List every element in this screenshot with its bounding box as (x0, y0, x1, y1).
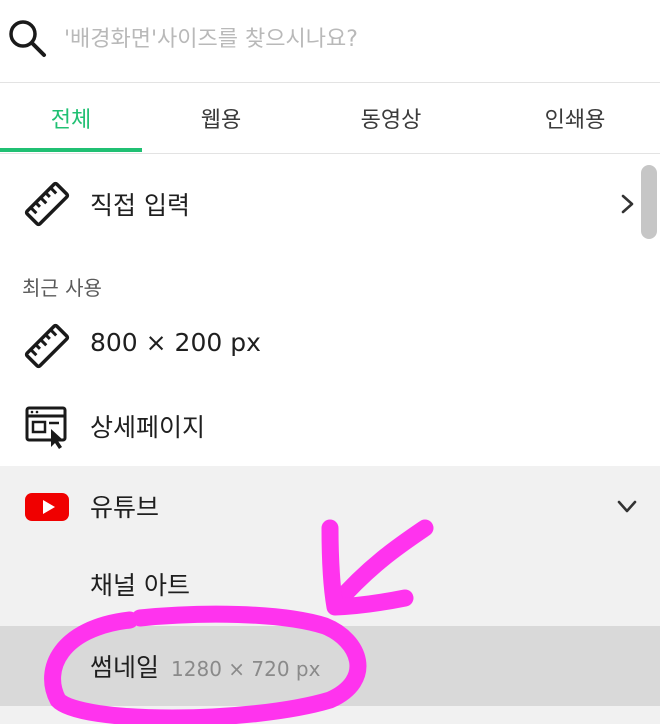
tab-video[interactable]: 동영상 (320, 83, 462, 153)
search-input[interactable] (62, 18, 646, 60)
chevron-down-icon[interactable] (616, 495, 638, 517)
category-tabs: 전체 웹용 동영상 인쇄용 (0, 83, 660, 154)
search-icon[interactable] (6, 17, 48, 59)
browser-cursor-icon (22, 401, 72, 451)
youtube-label: 유튜브 (90, 493, 160, 522)
youtube-icon (22, 481, 72, 531)
ruler-icon (22, 321, 72, 371)
tab-all[interactable]: 전체 (0, 83, 142, 153)
category-youtube[interactable]: 유튜브 (0, 470, 660, 542)
recent-item-detail-page[interactable]: 상세페이지 (0, 390, 660, 462)
custom-size-item[interactable]: 직접 입력 (0, 168, 660, 240)
thumbnail-size: 1280 × 720 px (171, 657, 321, 681)
custom-size-label: 직접 입력 (90, 191, 190, 220)
tab-print[interactable]: 인쇄용 (504, 83, 646, 153)
youtube-thumbnail-item[interactable]: 썸네일 1280 × 720 px (0, 628, 660, 704)
thumbnail-item-content: 썸네일 1280 × 720 px (90, 648, 320, 684)
youtube-channel-art-item[interactable]: 채널 아트 (0, 548, 660, 620)
tab-web[interactable]: 웹용 (150, 83, 292, 153)
size-picker-panel: 전체 웹용 동영상 인쇄용 직접 입력 최근 사용 (0, 0, 660, 724)
recent-item-custom-size[interactable]: 800 × 200 px (0, 310, 660, 382)
active-tab-indicator (0, 148, 142, 152)
search-bar (0, 0, 660, 83)
recent-item-label: 상세페이지 (90, 413, 206, 442)
recent-item-label: 800 × 200 px (90, 328, 261, 357)
ruler-icon (22, 179, 72, 229)
channel-art-label: 채널 아트 (90, 571, 190, 600)
thumbnail-label: 썸네일 (90, 653, 160, 682)
chevron-right-icon (621, 194, 634, 214)
recent-section-label: 최근 사용 (22, 276, 102, 300)
